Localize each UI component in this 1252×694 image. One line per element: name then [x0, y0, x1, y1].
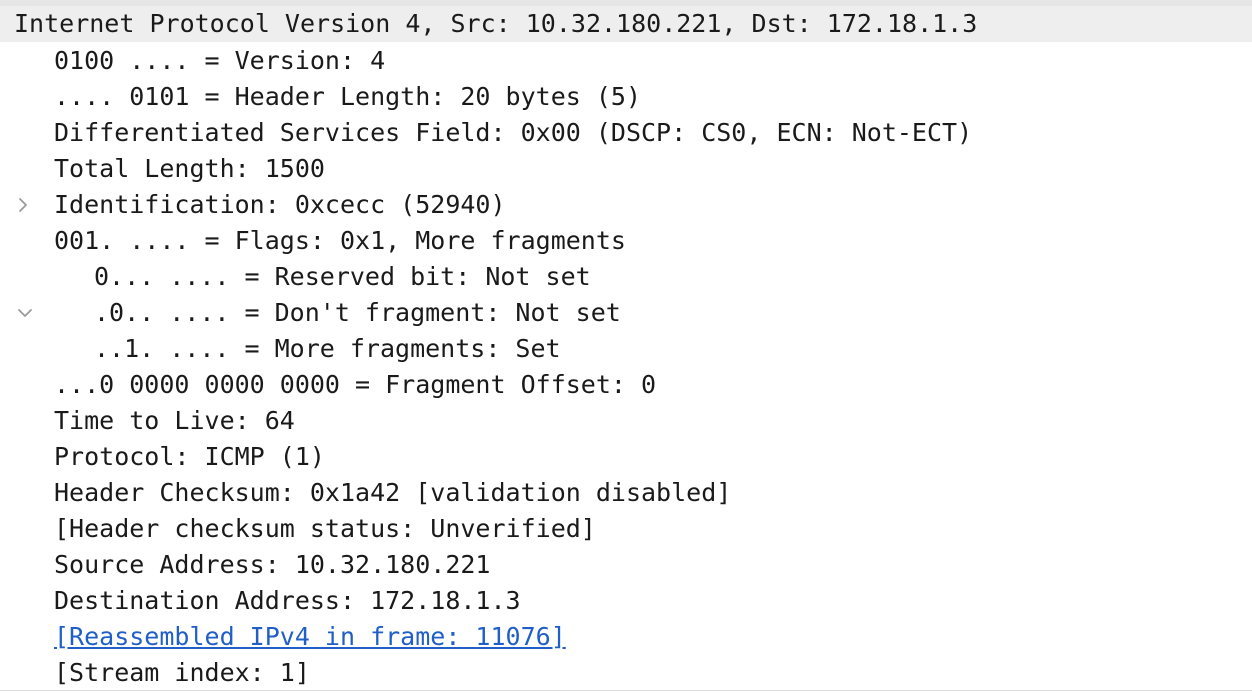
bottom-divider — [0, 690, 1252, 691]
flags-label: 001. .... = Flags: 0x1, More fragments — [54, 226, 626, 255]
checksum-status-label: [Header checksum status: Unverified] — [54, 514, 596, 543]
total-length-row[interactable]: Total Length: 1500 — [0, 151, 1252, 187]
source-address-label: Source Address: 10.32.180.221 — [54, 550, 491, 579]
chevron-right-icon[interactable] — [16, 115, 40, 212]
flags-row[interactable]: 001. .... = Flags: 0x1, More fragments — [0, 223, 1252, 317]
protocol-row[interactable]: Protocol: ICMP (1) — [0, 439, 1252, 475]
dsfield-label: Differentiated Services Field: 0x00 (DSC… — [54, 118, 973, 147]
chevron-down-icon[interactable] — [16, 223, 40, 317]
reassembled-row[interactable]: [Reassembled IPv4 in frame: 11076] — [0, 619, 1252, 655]
stream-index-label: [Stream index: 1] — [54, 658, 310, 687]
dsfield-row[interactable]: Differentiated Services Field: 0x00 (DSC… — [0, 115, 1252, 212]
fragment-offset-label: ...0 0000 0000 0000 = Fragment Offset: 0 — [54, 370, 657, 399]
flags-mf-label: ..1. .... = More fragments: Set — [94, 334, 561, 363]
destination-address-label: Destination Address: 172.18.1.3 — [54, 586, 521, 615]
flags-df-label: .0.. .... = Don't fragment: Not set — [94, 298, 621, 327]
identification-row[interactable]: Identification: 0xcecc (52940) — [0, 187, 1252, 223]
flags-mf-row[interactable]: ..1. .... = More fragments: Set — [0, 331, 1252, 367]
reassembled-frame-link[interactable]: [Reassembled IPv4 in frame: 11076] — [54, 619, 566, 655]
ttl-label: Time to Live: 64 — [54, 406, 295, 435]
destination-address-row[interactable]: Destination Address: 172.18.1.3 — [0, 583, 1252, 619]
protocol-label: Protocol: ICMP (1) — [54, 442, 325, 471]
checksum-row[interactable]: Header Checksum: 0x1a42 [validation disa… — [0, 475, 1252, 511]
header-length-row[interactable]: .... 0101 = Header Length: 20 bytes (5) — [0, 79, 1252, 115]
source-address-row[interactable]: Source Address: 10.32.180.221 — [0, 547, 1252, 583]
ipv4-header-label: Internet Protocol Version 4, Src: 10.32.… — [14, 9, 978, 38]
stream-index-row[interactable]: [Stream index: 1] — [0, 655, 1252, 691]
packet-details-tree: Internet Protocol Version 4, Src: 10.32.… — [0, 0, 1252, 694]
checksum-status-row[interactable]: [Header checksum status: Unverified] — [0, 511, 1252, 547]
version-row[interactable]: 0100 .... = Version: 4 — [0, 43, 1252, 79]
fragment-offset-row[interactable]: ...0 0000 0000 0000 = Fragment Offset: 0 — [0, 367, 1252, 403]
flags-reserved-row[interactable]: 0... .... = Reserved bit: Not set — [0, 259, 1252, 295]
flags-reserved-label: 0... .... = Reserved bit: Not set — [94, 262, 591, 291]
version-label: 0100 .... = Version: 4 — [54, 46, 386, 75]
flags-df-row[interactable]: .0.. .... = Don't fragment: Not set — [0, 295, 1252, 331]
checksum-label: Header Checksum: 0x1a42 [validation disa… — [54, 478, 732, 507]
ipv4-header-row[interactable]: Internet Protocol Version 4, Src: 10.32.… — [0, 6, 1252, 42]
identification-label: Identification: 0xcecc (52940) — [54, 190, 506, 219]
total-length-label: Total Length: 1500 — [54, 154, 325, 183]
ttl-row[interactable]: Time to Live: 64 — [0, 403, 1252, 439]
header-length-label: .... 0101 = Header Length: 20 bytes (5) — [54, 82, 641, 111]
